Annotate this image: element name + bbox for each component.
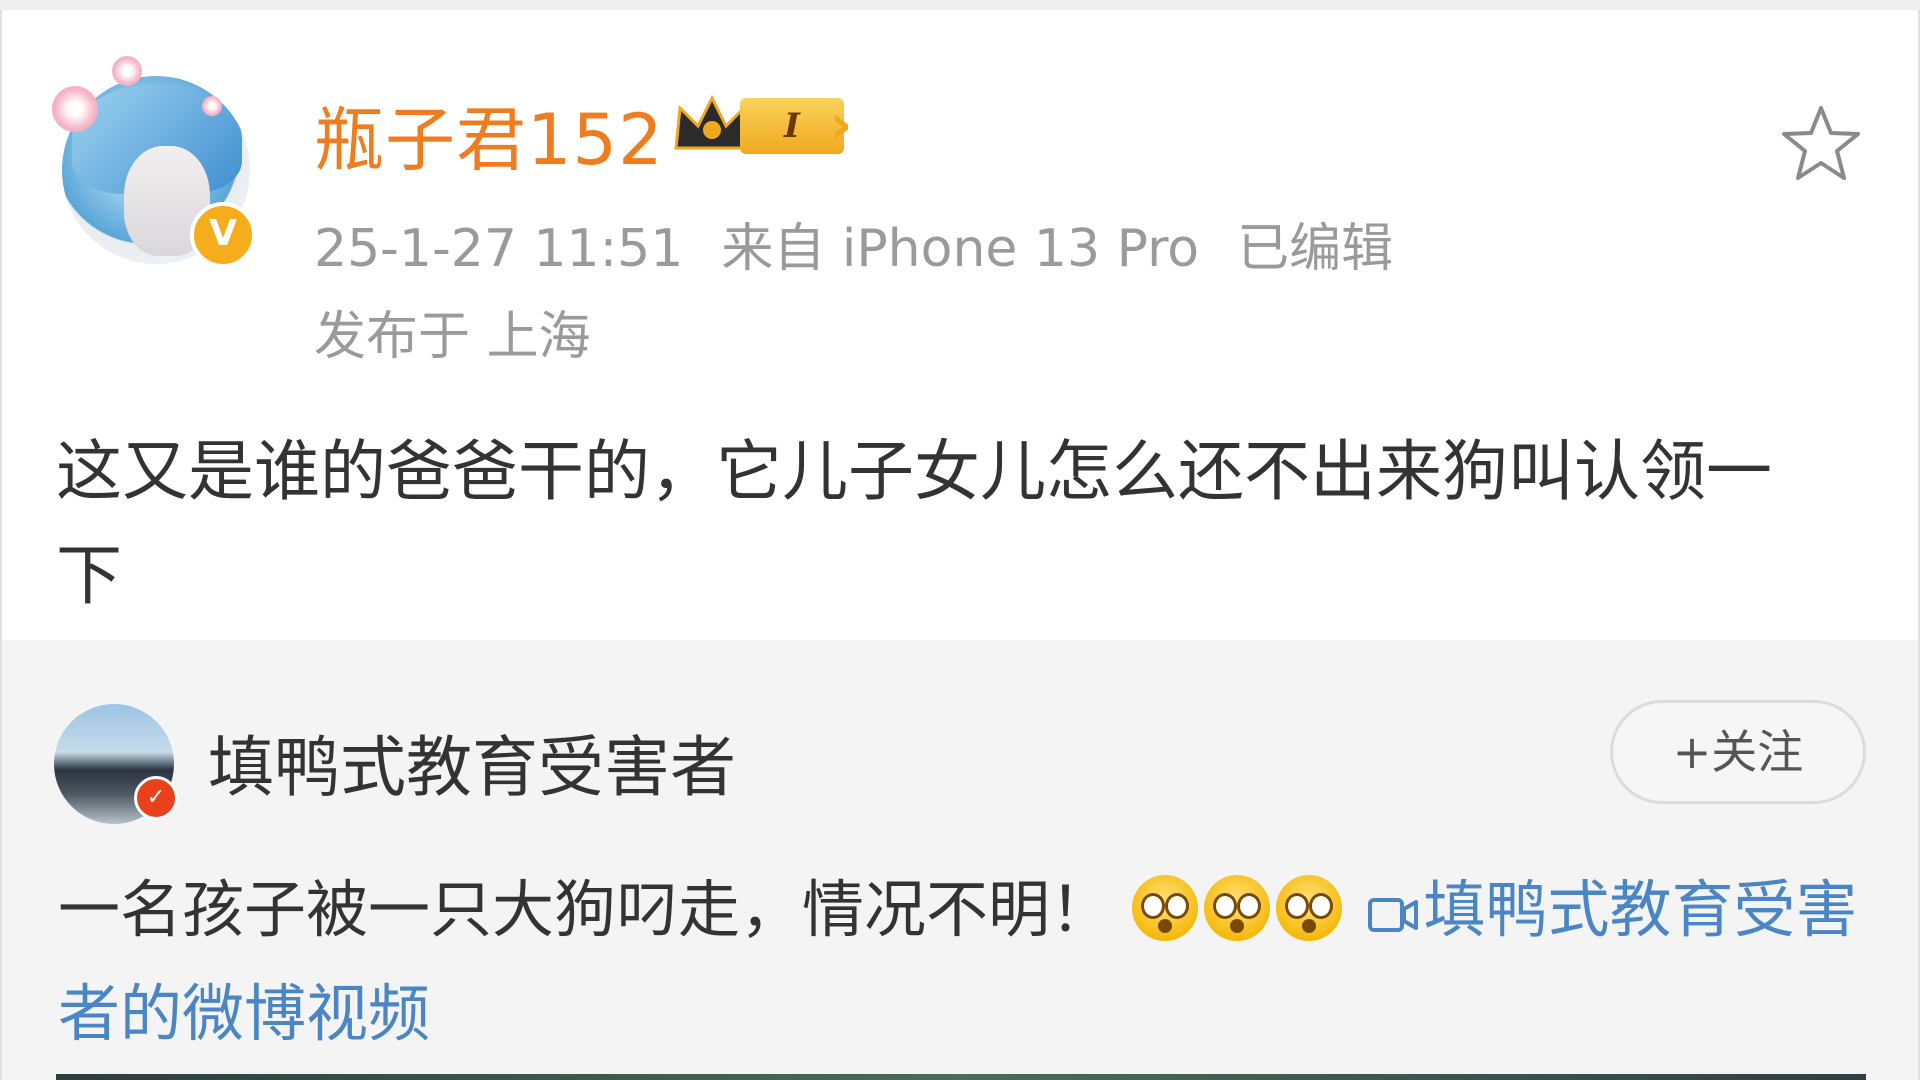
post-text: 这又是谁的爸爸干的，它儿子女儿怎么还不出来狗叫认领一下	[56, 433, 1772, 614]
repost-author-name[interactable]: 填鸭式教育受害者	[208, 714, 736, 810]
post-source: 来自 iPhone 13 Pro	[721, 219, 1200, 279]
flower-decoration	[112, 56, 142, 86]
video-camera-icon	[1368, 898, 1419, 932]
chevron-right-icon: ›	[830, 93, 853, 156]
flower-decoration	[52, 86, 98, 132]
verified-badge-icon: V	[190, 202, 256, 268]
author-name[interactable]: 瓶子君152	[314, 84, 664, 185]
vip-badge[interactable]: I ›	[670, 90, 860, 160]
follow-button[interactable]: +关注	[1610, 700, 1866, 804]
repost-card[interactable]: ✓ 填鸭式教育受害者 +关注 一名孩子被一只大狗叼走，情况不明！ 填鸭式教育受害…	[2, 640, 1918, 1080]
video-thumbnail[interactable]	[56, 1074, 1866, 1080]
author-avatar[interactable]: V	[52, 56, 256, 276]
edited-label[interactable]: 已编辑	[1237, 219, 1393, 279]
vip-level: I	[740, 98, 844, 154]
verified-badge-icon: ✓	[134, 776, 178, 820]
flower-decoration	[202, 96, 222, 116]
repost-text: 一名孩子被一只大狗叼走，情况不明！ 填鸭式教育受害者的微博视频	[58, 858, 1858, 1066]
shocked-emoji-icon	[1131, 875, 1198, 941]
post-location: 发布于 上海	[314, 307, 591, 367]
top-divider	[0, 0, 1920, 10]
repost-body: 一名孩子被一只大狗叼走，情况不明！	[58, 873, 1113, 946]
shocked-emoji-icon	[1203, 875, 1270, 941]
post-timestamp: 25-1-27 11:51	[314, 219, 684, 279]
shocked-emoji-icon	[1275, 875, 1342, 941]
post-meta: 25-1-27 11:51 来自 iPhone 13 Pro 已编辑	[314, 206, 1431, 281]
star-icon[interactable]	[1778, 100, 1864, 186]
